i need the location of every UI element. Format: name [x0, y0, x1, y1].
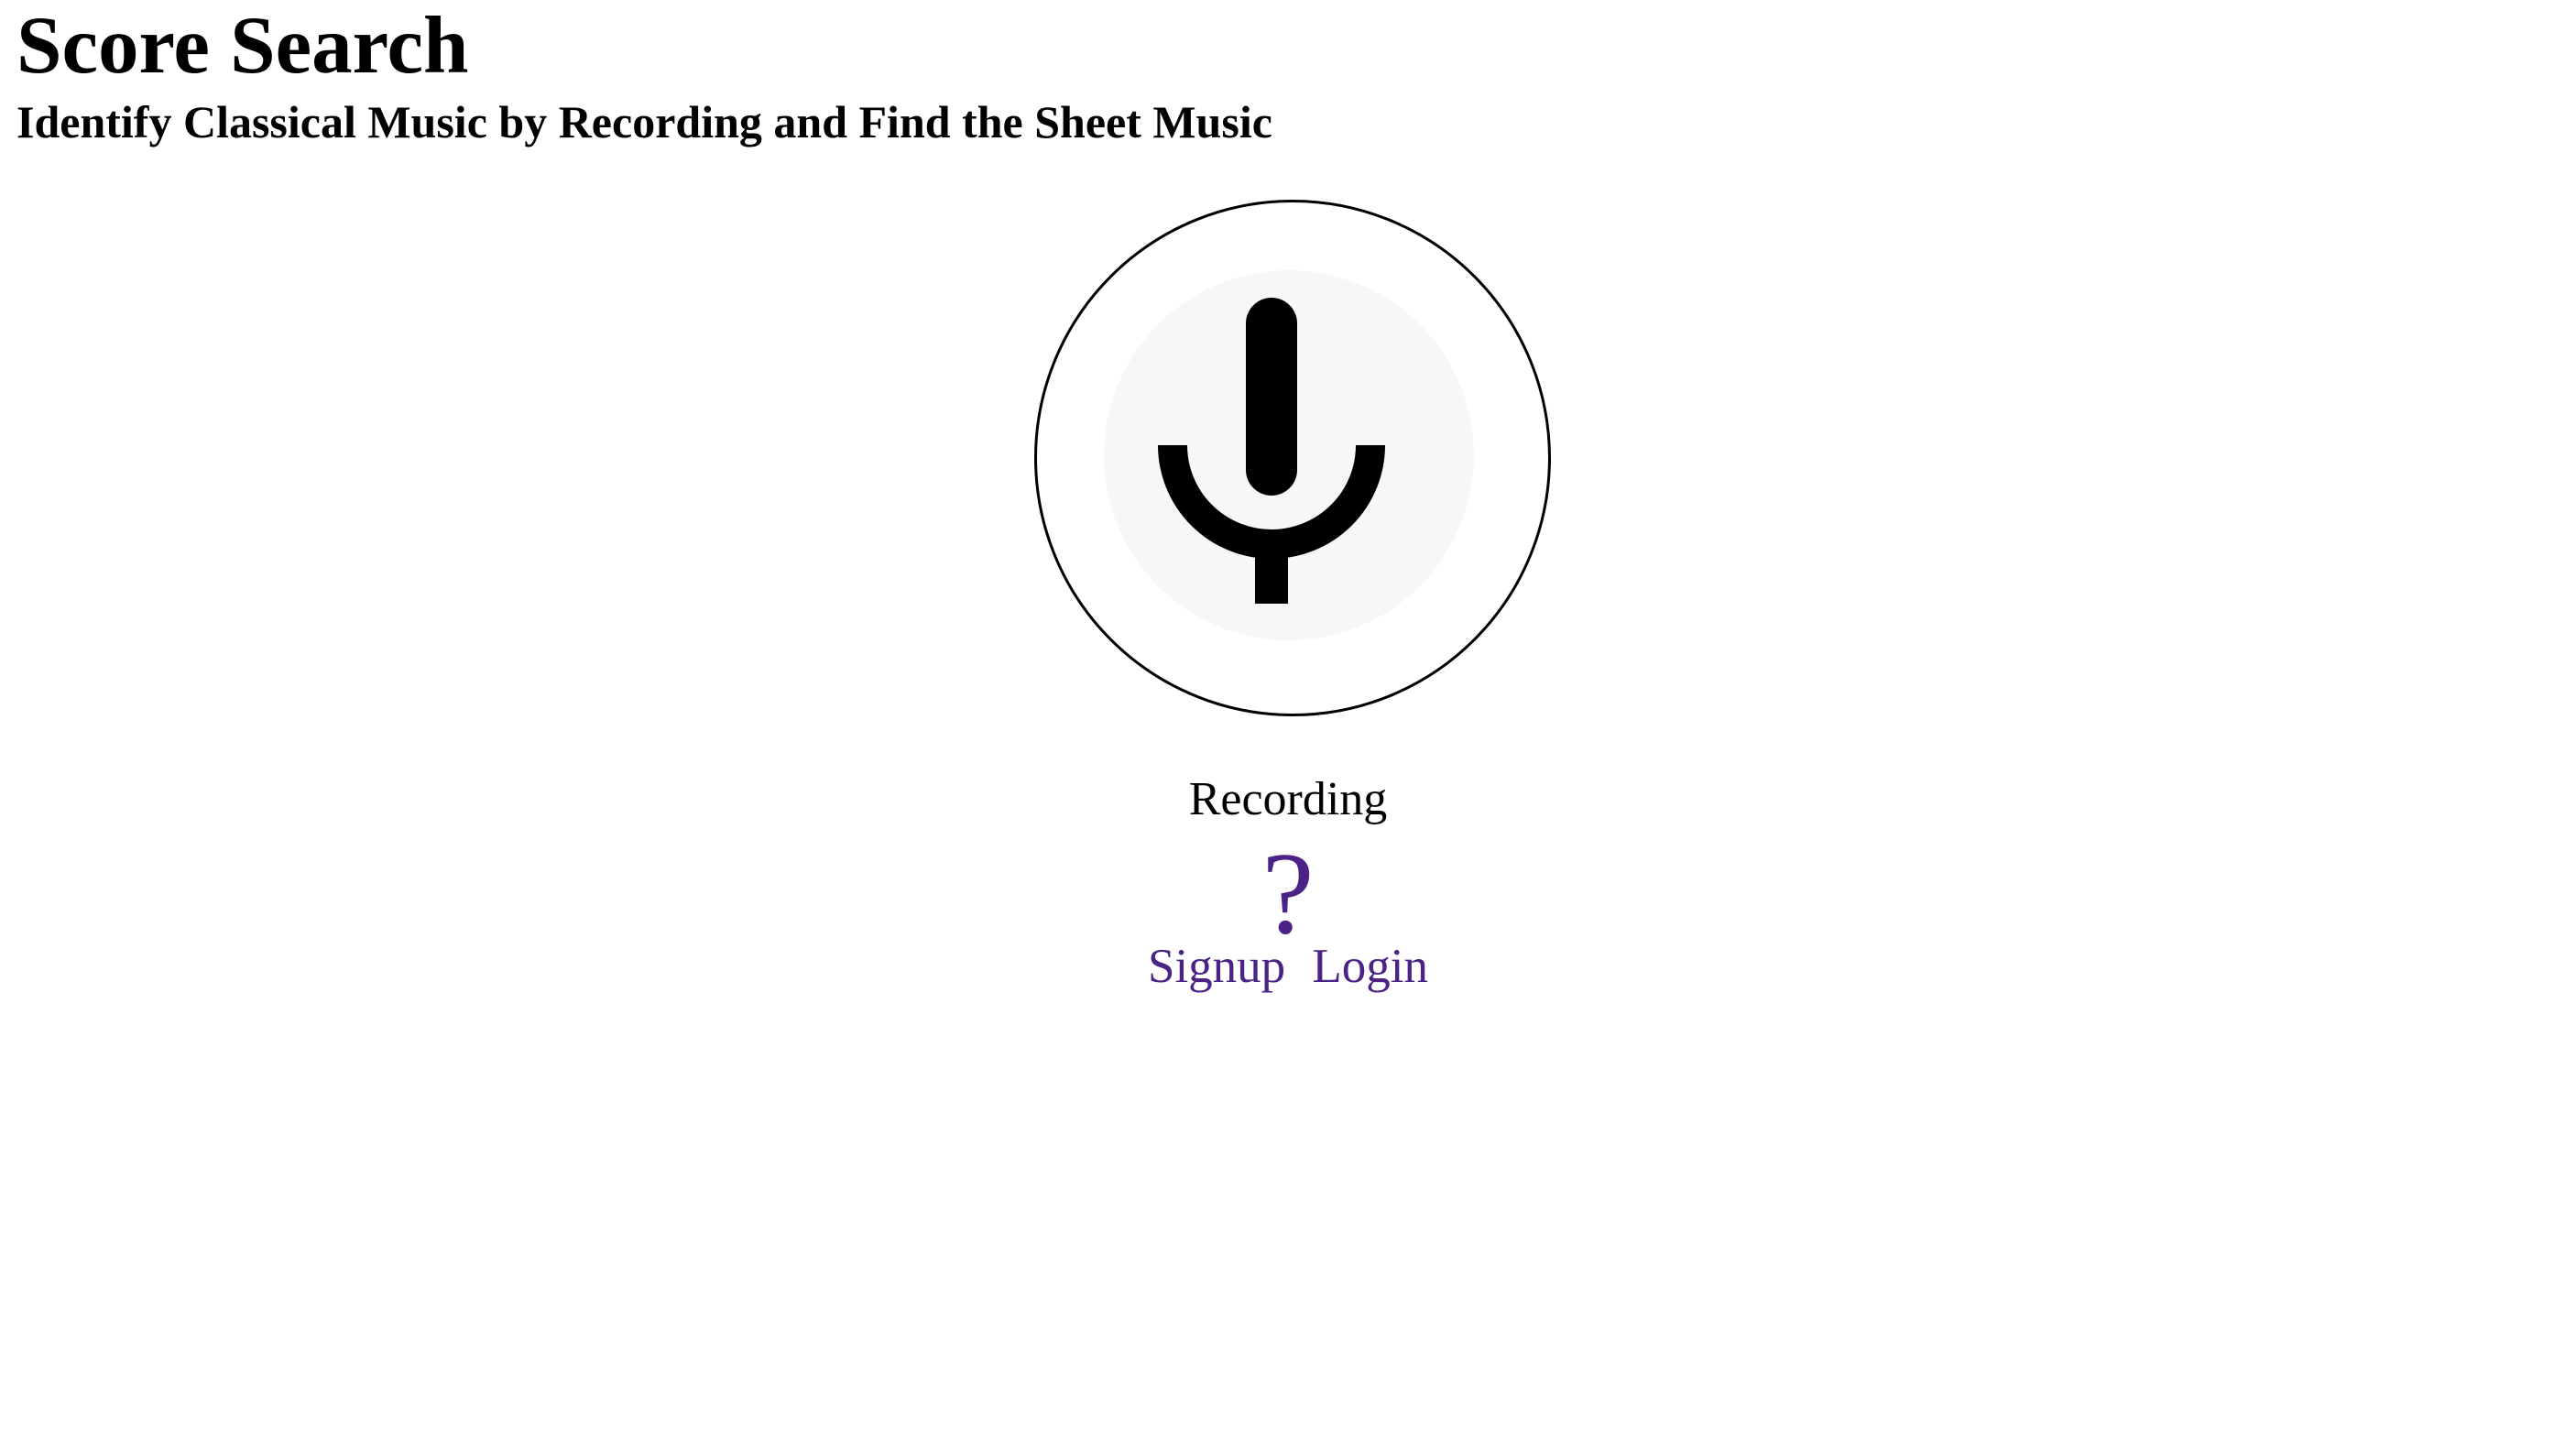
page-title: Score Search	[16, 1, 469, 91]
recording-status: Recording	[1188, 773, 1388, 825]
microphone-icon-background	[1104, 270, 1474, 640]
auth-links: Signup Login	[0, 934, 2576, 998]
record-button[interactable]	[1034, 200, 1551, 716]
signup-link[interactable]: Signup	[1148, 940, 1285, 993]
microphone-icon	[1158, 298, 1385, 604]
login-link[interactable]: Login	[1312, 940, 1428, 993]
page-subtitle: Identify Classical Music by Recording an…	[16, 96, 1272, 147]
header: Score Search Identify Classical Music by…	[16, 0, 1272, 152]
